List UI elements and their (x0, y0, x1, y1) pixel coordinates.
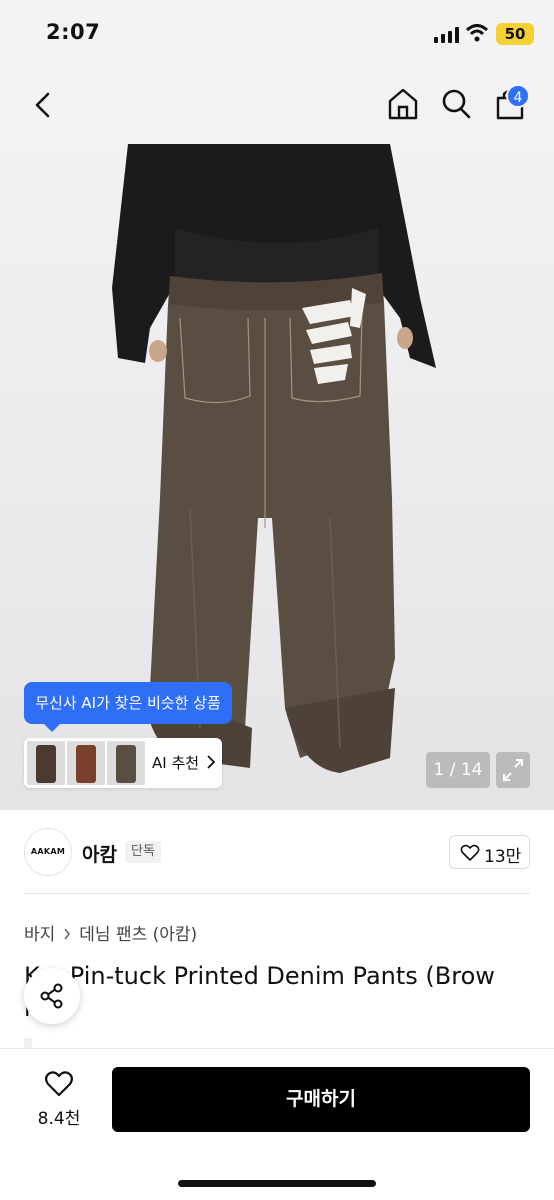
ai-thumbnail (107, 741, 145, 785)
search-icon[interactable] (440, 87, 472, 121)
brand-like-button[interactable]: 13만 (449, 835, 530, 869)
buy-button[interactable]: 구매하기 (112, 1067, 530, 1132)
chevron-right-icon (64, 928, 71, 940)
breadcrumb-item-subcategory[interactable]: 데님 팬츠 (아캄) (79, 925, 197, 945)
share-button[interactable] (24, 968, 80, 1024)
exclusive-tag: 단독 (125, 841, 161, 863)
expand-icon[interactable] (496, 752, 530, 788)
wishlist-button[interactable]: 8.4천 (24, 1068, 94, 1130)
breadcrumb-item-category[interactable]: 바지 (24, 925, 55, 945)
ai-similar-products-bubble[interactable]: 무신사 AI가 찾은 비슷한 상품 (24, 682, 232, 732)
battery-indicator: 50 (496, 23, 534, 45)
home-indicator (178, 1180, 376, 1187)
share-icon (40, 983, 63, 1009)
signal-icon (434, 27, 460, 43)
back-icon[interactable] (28, 88, 58, 122)
ai-recommend-label: AI 추천 (152, 754, 200, 772)
ai-thumbnail (67, 741, 105, 785)
ai-recommend-button[interactable]: AI 추천 (24, 738, 222, 788)
cart-count-badge: 4 (506, 84, 530, 108)
home-icon[interactable] (386, 86, 420, 122)
product-title: K e Pin-tuck Printed Denim Pants (Brow (24, 962, 495, 990)
wifi-icon (466, 24, 488, 42)
image-counter: 1 / 14 (426, 752, 490, 788)
status-time: 2:07 (46, 20, 101, 44)
heart-icon (45, 1071, 73, 1097)
wishlist-count: 8.4천 (37, 1109, 81, 1129)
brand-logo[interactable]: AAKAM (24, 828, 72, 876)
status-bar: 2:07 50 (0, 0, 554, 68)
brand-like-count: 13만 (484, 847, 522, 867)
heart-icon (460, 844, 480, 861)
brand-name[interactable]: 아캄 (82, 840, 117, 867)
ai-thumbnail (27, 741, 65, 785)
breadcrumb: 바지 데님 팬츠 (아캄) (24, 920, 203, 945)
divider (24, 893, 530, 894)
chevron-right-icon (207, 755, 216, 769)
